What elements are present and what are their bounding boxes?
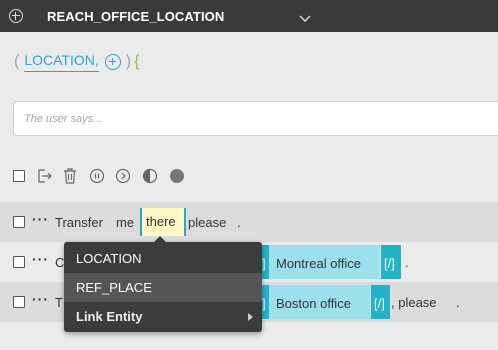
menu-item-location[interactable]: LOCATION [64,244,262,273]
open-brace: { [134,53,140,70]
param-location[interactable]: LOCATION, [24,52,99,72]
move-icon[interactable] [36,168,53,184]
pause-icon[interactable] [89,168,105,184]
row-checkbox[interactable] [13,256,25,268]
close-paren: ) [125,53,132,70]
word: Transfer [55,215,103,230]
forward-icon[interactable] [115,168,131,184]
circle-icon[interactable] [169,168,185,184]
submenu-arrow-icon [248,313,253,321]
row-menu-icon[interactable]: ··· [32,211,49,227]
word: , please [391,295,437,310]
entity-open-tag[interactable]: ] [262,245,269,279]
word: me [116,215,135,230]
word: T [55,295,63,310]
parameter-list: ( LOCATION, ) { [14,52,139,72]
word: please [188,215,227,230]
row-menu-icon[interactable]: ··· [32,251,49,267]
entity-annotation[interactable]: Montreal office [262,245,380,279]
trash-icon[interactable] [63,168,77,184]
row-checkbox[interactable] [13,216,25,228]
select-all-checkbox[interactable] [13,170,25,182]
row-menu-icon[interactable]: ··· [32,291,49,307]
word: . [456,295,460,310]
add-icon[interactable] [9,9,23,23]
entity-text: Montreal office [276,256,362,271]
word: . [237,215,241,230]
top-bar: REACH_OFFICE_LOCATION [0,0,498,32]
selected-token[interactable]: there [140,208,186,236]
row-checkbox[interactable] [13,296,25,308]
user-says-input[interactable] [14,102,498,135]
word: . [405,255,409,270]
entity-text: Boston office [276,296,351,311]
contrast-icon[interactable] [142,168,158,184]
user-says-field[interactable] [13,101,498,136]
entity-close-tag[interactable]: [/] [381,245,401,279]
open-paren: ( [14,53,20,70]
chevron-down-icon[interactable] [298,13,312,23]
intent-title: REACH_OFFICE_LOCATION [47,9,225,24]
word: C [55,255,65,270]
menu-item-label: Link Entity [76,309,143,324]
example-row: ··· Transfer me please . [0,202,498,242]
token-text: there [146,214,176,229]
entity-annotation[interactable]: Boston office [262,285,370,319]
entity-open-tag[interactable]: ] [262,285,269,319]
entity-context-menu: LOCATION REF_PLACE Link Entity [64,236,262,332]
menu-item-ref-place[interactable]: REF_PLACE [64,273,262,302]
add-param-icon[interactable] [104,54,121,70]
entity-close-tag[interactable]: [/] [371,285,390,319]
menu-item-link-entity[interactable]: Link Entity [64,302,262,331]
